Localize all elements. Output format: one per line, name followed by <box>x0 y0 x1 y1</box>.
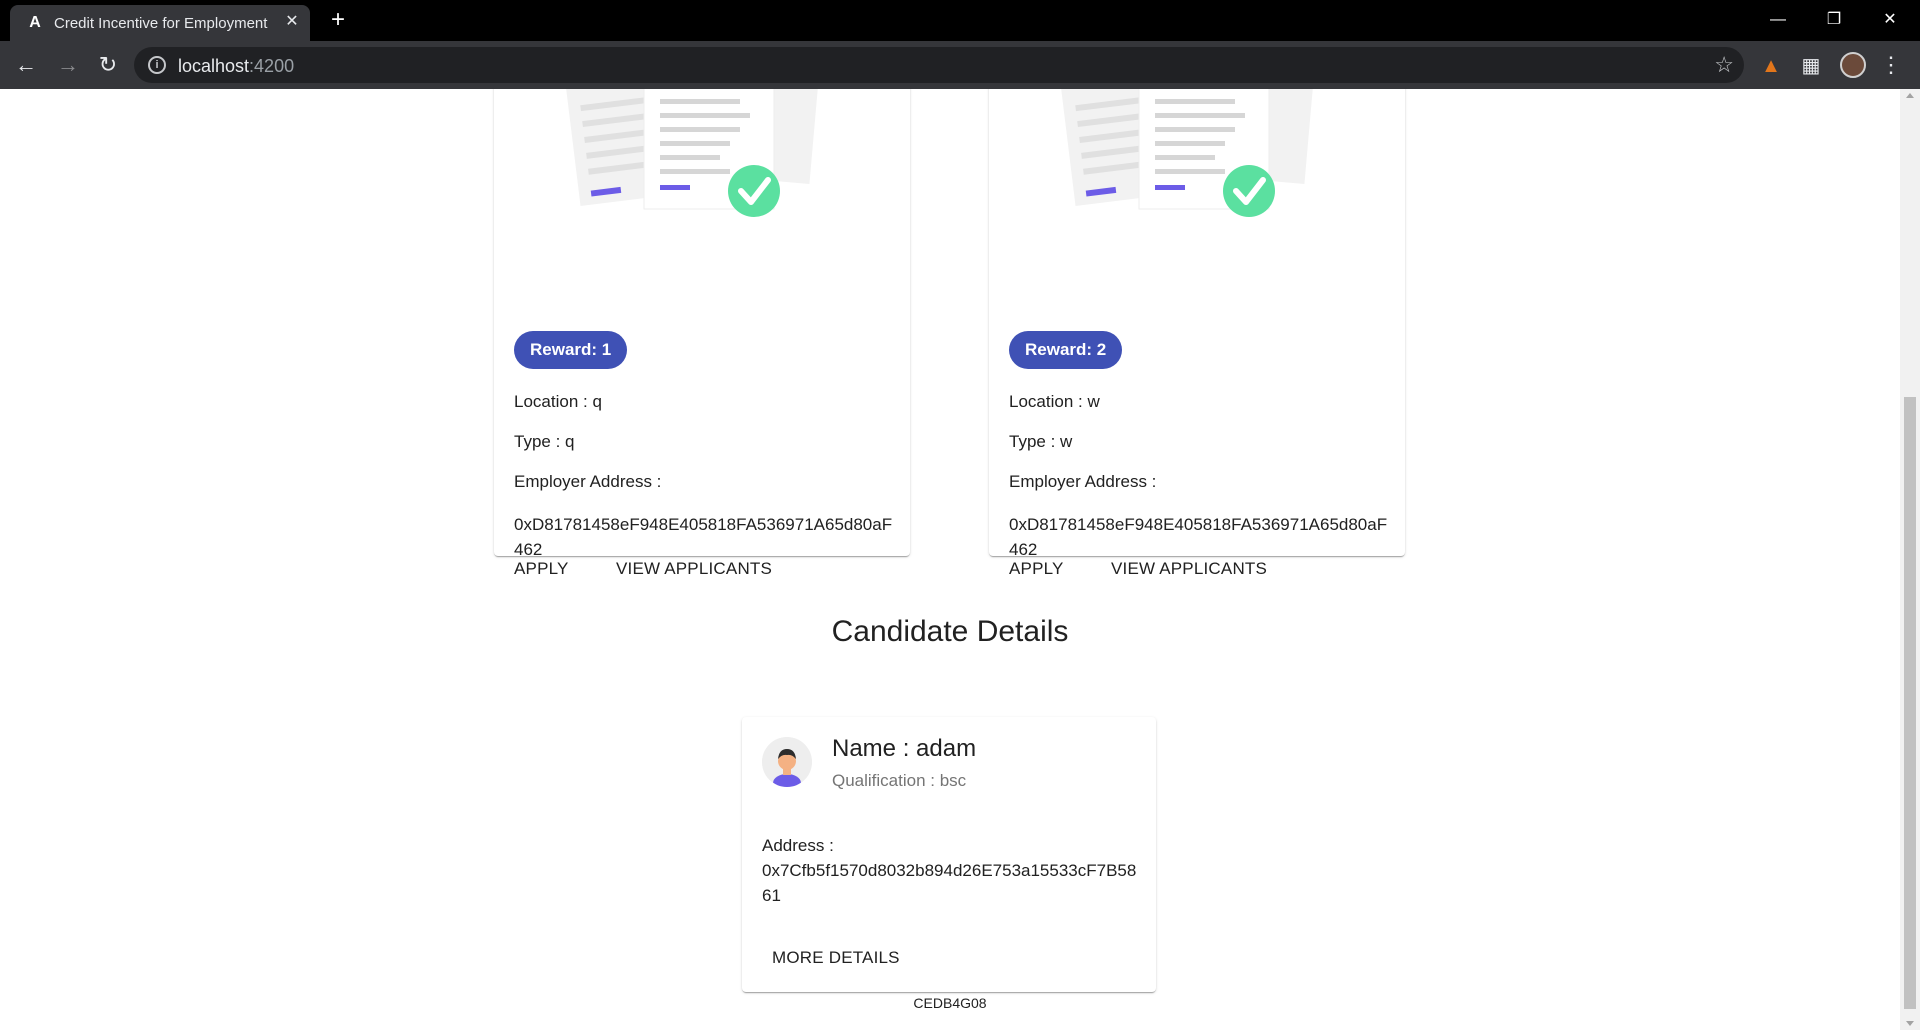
url-text[interactable]: localhost:4200 <box>178 56 294 77</box>
avatar <box>762 737 812 787</box>
document-check-illustration <box>565 89 820 217</box>
scroll-down-icon[interactable] <box>1906 1021 1914 1026</box>
candidate-address-value: 0x7Cfb5f1570d8032b894d26E753a15533cF7B58… <box>762 861 1137 905</box>
apply-button[interactable]: APPLY <box>999 551 1074 587</box>
close-tab-icon[interactable]: ✕ <box>282 12 302 32</box>
star-icon[interactable]: ☆ <box>1714 52 1734 78</box>
footer-code: CEDB4G08 <box>913 995 987 1011</box>
job-card: Reward: 2 Location : w Type : w Employer… <box>989 89 1405 578</box>
vertical-scrollbar[interactable] <box>1900 89 1920 1030</box>
browser-toolbar: ← → ↻ i localhost:4200 ☆ ▲ ▦ <box>0 41 1920 89</box>
candidate-name: Name : adam <box>832 735 977 762</box>
apply-button[interactable]: APPLY <box>504 551 579 587</box>
info-icon[interactable]: i <box>148 56 166 74</box>
scrollbar-thumb[interactable] <box>1904 397 1916 1009</box>
reward-chip: Reward: 2 <box>1009 331 1123 369</box>
browser-tab[interactable]: A Credit Incentive for Employment ✕ <box>10 5 310 41</box>
page-viewport: Reward: 1 Location : q Type : q Employer… <box>0 89 1900 1030</box>
employer-address-label: Employer Address : <box>1009 472 1157 491</box>
location-text: Location : w <box>1009 392 1100 411</box>
reward-chip: Reward: 1 <box>514 331 628 369</box>
new-tab-icon[interactable]: + <box>326 8 350 33</box>
job-card: Reward: 1 Location : q Type : q Employer… <box>494 89 910 578</box>
type-text: Type : q <box>514 432 575 451</box>
menu-icon[interactable]: ⋮ <box>1880 51 1902 79</box>
back-icon[interactable]: ← <box>12 51 40 79</box>
angular-favicon-icon: A <box>29 14 41 31</box>
tab-title: Credit Incentive for Employment <box>54 15 268 32</box>
candidate-qualification: Qualification : bsc <box>832 771 967 790</box>
forward-icon[interactable]: → <box>54 51 82 79</box>
type-text: Type : w <box>1009 432 1073 451</box>
address-bar[interactable]: i localhost:4200 ☆ <box>134 47 1744 83</box>
reload-icon[interactable]: ↻ <box>94 51 122 79</box>
url-host: localhost <box>178 56 250 76</box>
profile-avatar[interactable] <box>1840 52 1866 78</box>
minimize-icon[interactable]: — <box>1756 6 1800 34</box>
candidate-details-heading: Candidate Details <box>831 615 1069 648</box>
metamask-icon[interactable]: ▲ <box>1758 53 1784 79</box>
location-text: Location : q <box>514 392 602 411</box>
close-window-icon[interactable]: ✕ <box>1868 6 1912 34</box>
browser-titlebar: A Credit Incentive for Employment ✕ + — … <box>0 0 1920 41</box>
document-check-illustration <box>1060 89 1315 217</box>
employer-address-label: Employer Address : <box>514 472 662 491</box>
more-details-button[interactable]: MORE DETAILS <box>762 940 910 976</box>
view-applicants-button[interactable]: VIEW APPLICANTS <box>1101 551 1277 587</box>
scroll-up-icon[interactable] <box>1906 93 1914 98</box>
restore-icon[interactable]: ❐ <box>1812 6 1856 34</box>
candidate-address-label: Address : <box>762 836 834 855</box>
url-port: :4200 <box>249 56 295 76</box>
view-applicants-button[interactable]: VIEW APPLICANTS <box>606 551 782 587</box>
person-avatar-icon <box>762 737 812 787</box>
candidate-address: Address : 0x7Cfb5f1570d8032b894d26E753a1… <box>762 833 1142 908</box>
candidate-card: Name : adam Qualification : bsc Address … <box>742 717 1156 992</box>
extensions-icon[interactable]: ▦ <box>1798 53 1824 79</box>
